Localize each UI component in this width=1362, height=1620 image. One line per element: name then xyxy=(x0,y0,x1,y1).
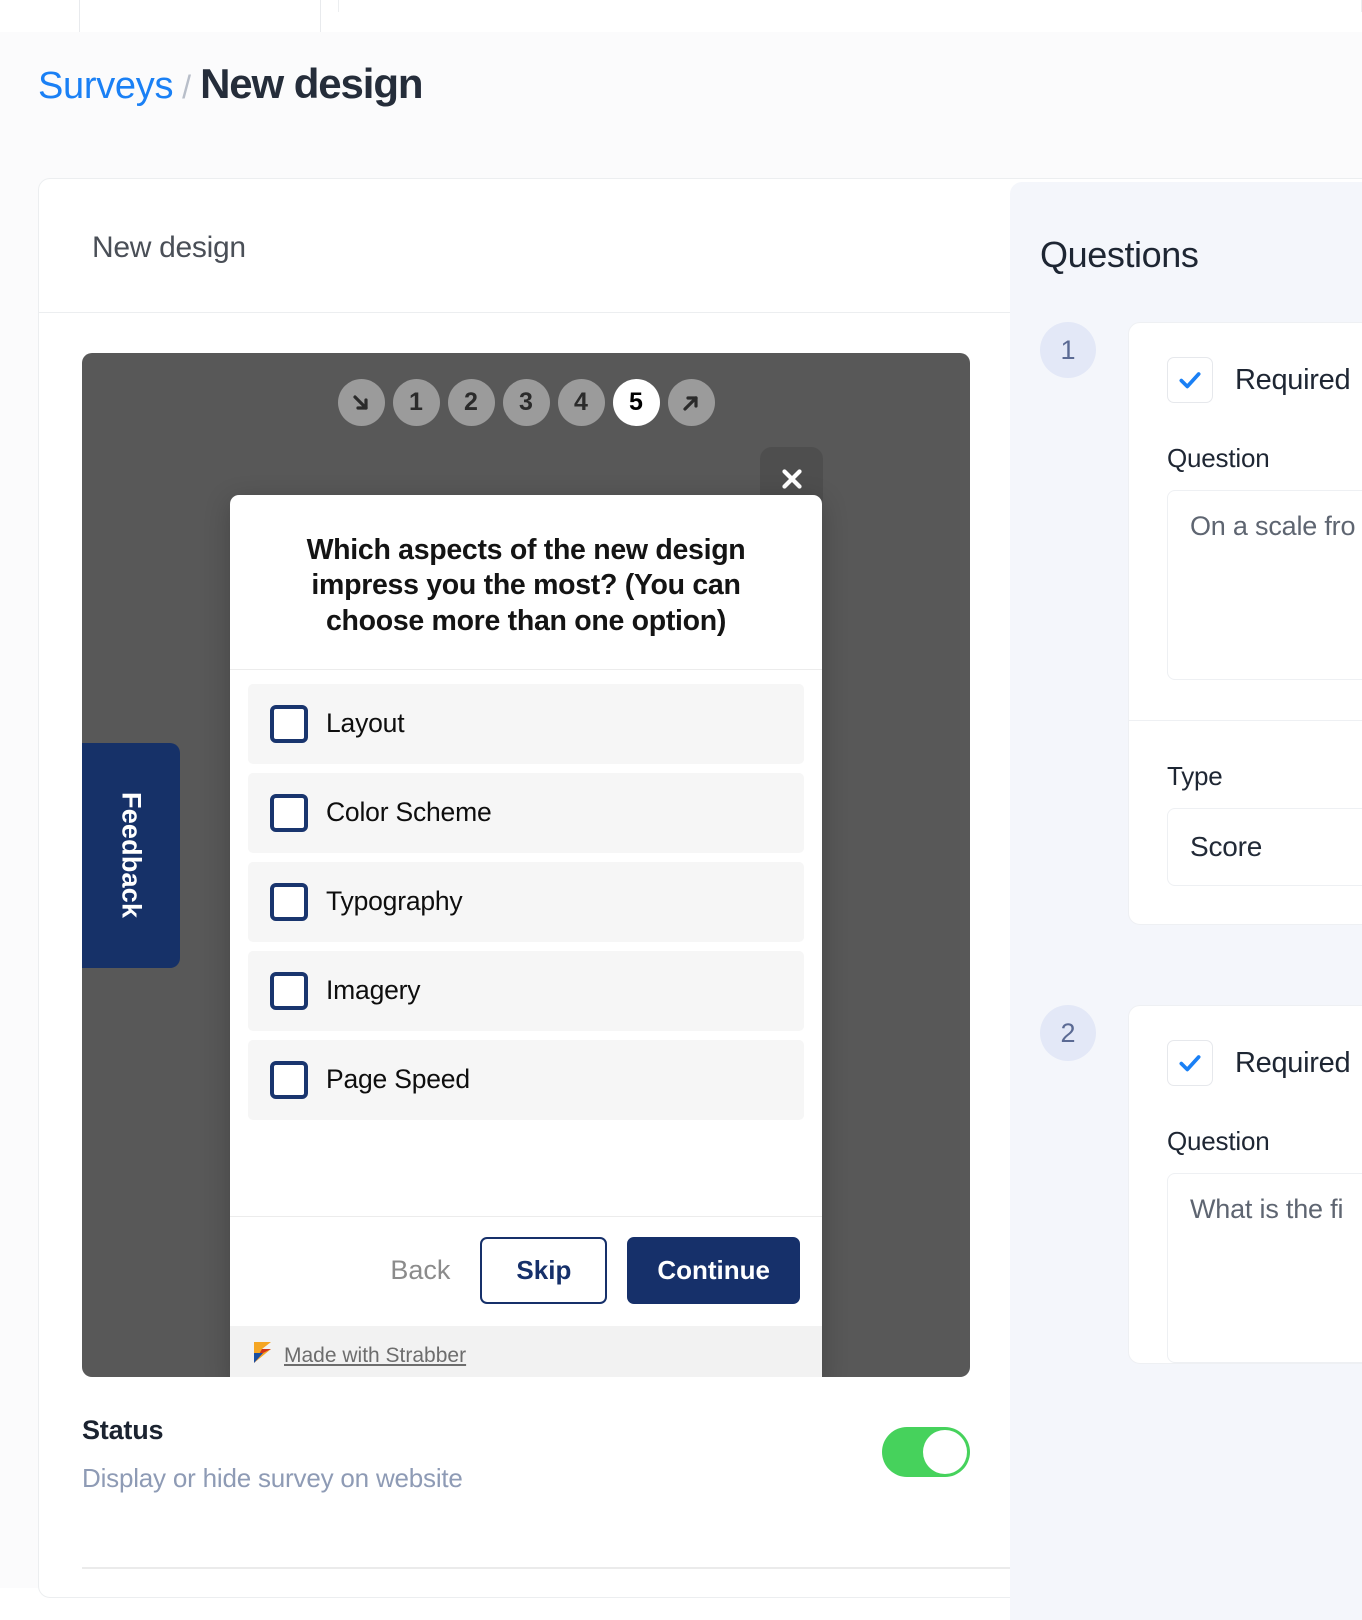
continue-button[interactable]: Continue xyxy=(627,1237,800,1304)
card-divider xyxy=(1129,720,1362,721)
question-item-2: 2 Required Question What is the fi xyxy=(1040,1005,1362,1364)
step-1[interactable]: 1 xyxy=(392,379,440,426)
question-field-label: Question xyxy=(1167,1126,1270,1156)
checkbox-icon[interactable] xyxy=(270,704,308,743)
question-field-label: Question xyxy=(1167,443,1270,473)
feedback-tab-label: Feedback xyxy=(116,792,147,919)
arrow-up-right-icon[interactable] xyxy=(667,379,715,426)
breadcrumb-separator: / xyxy=(182,69,192,105)
status-toggle[interactable] xyxy=(882,1427,970,1477)
chrome-panel-top xyxy=(338,0,1362,12)
breadcrumb: Surveys / New design xyxy=(38,60,424,108)
status-description: Display or hide survey on website xyxy=(82,1463,463,1493)
survey-preview-stage: 1 2 3 4 5 Feedback Which aspects of the … xyxy=(82,353,970,1377)
modal-branding: Made with Strabber xyxy=(230,1326,822,1377)
questions-panel: Questions 1 Required Question On a scale… xyxy=(1010,182,1362,1620)
option-label: Layout xyxy=(326,708,405,739)
survey-modal: Which aspects of the new design impress … xyxy=(230,495,822,1377)
option-color-scheme[interactable]: Color Scheme xyxy=(248,772,804,853)
question-number-badge: 1 xyxy=(1040,322,1096,378)
chrome-divider-left xyxy=(79,0,80,32)
back-button[interactable]: Back xyxy=(380,1249,460,1292)
option-typography[interactable]: Typography xyxy=(248,861,804,942)
feedback-tab[interactable]: Feedback xyxy=(82,743,180,968)
option-page-speed[interactable]: Page Speed xyxy=(248,1039,804,1120)
required-row[interactable]: Required xyxy=(1129,1040,1362,1086)
option-imagery[interactable]: Imagery xyxy=(248,950,804,1031)
option-label: Typography xyxy=(326,886,463,917)
required-label: Required xyxy=(1235,1046,1351,1079)
status-label: Status xyxy=(82,1415,164,1445)
questions-panel-title: Questions xyxy=(1040,234,1199,275)
required-checkbox-icon[interactable] xyxy=(1167,1040,1213,1086)
step-4[interactable]: 4 xyxy=(557,379,605,426)
step-navigation: 1 2 3 4 5 xyxy=(82,379,970,426)
checkbox-icon[interactable] xyxy=(270,882,308,921)
arrow-down-right-icon[interactable] xyxy=(337,379,385,426)
strabber-logo-icon xyxy=(252,1340,274,1371)
chrome-divider-right xyxy=(320,0,321,32)
step-3[interactable]: 3 xyxy=(502,379,550,426)
question-textarea[interactable]: On a scale fro xyxy=(1167,490,1362,680)
required-row[interactable]: Required xyxy=(1129,357,1362,403)
modal-question-text: Which aspects of the new design impress … xyxy=(306,534,746,637)
modal-header: Which aspects of the new design impress … xyxy=(230,495,822,670)
step-2[interactable]: 2 xyxy=(447,379,495,426)
option-label: Color Scheme xyxy=(326,797,492,828)
status-section: Status Display or hide survey on website xyxy=(82,1415,970,1525)
type-field-label: Type xyxy=(1167,761,1223,791)
required-label: Required xyxy=(1235,363,1351,396)
question-textarea[interactable]: What is the fi xyxy=(1167,1173,1362,1363)
question-item-1: 1 Required Question On a scale fro Type … xyxy=(1040,322,1362,925)
checkbox-icon[interactable] xyxy=(270,793,308,832)
question-card: Required Question On a scale fro Type Sc… xyxy=(1128,322,1362,925)
modal-options-list: Layout Color Scheme Typography Imagery P… xyxy=(230,670,822,1216)
question-number-badge: 2 xyxy=(1040,1005,1096,1061)
modal-footer: Back Skip Continue xyxy=(230,1216,822,1326)
top-chrome-strip xyxy=(0,0,1362,32)
made-with-strabber-link[interactable]: Made with Strabber xyxy=(284,1344,466,1368)
skip-button[interactable]: Skip xyxy=(480,1237,608,1304)
card-title: New design xyxy=(92,231,246,264)
step-5-active[interactable]: 5 xyxy=(612,379,660,426)
checkbox-icon[interactable] xyxy=(270,971,308,1010)
option-label: Imagery xyxy=(326,975,421,1006)
breadcrumb-link-surveys[interactable]: Surveys xyxy=(38,65,173,108)
option-label: Page Speed xyxy=(326,1064,470,1095)
page-background: Surveys / New design New design 1 2 3 4 … xyxy=(0,32,1362,1620)
required-checkbox-icon[interactable] xyxy=(1167,357,1213,403)
page-title: New design xyxy=(200,60,423,107)
question-card: Required Question What is the fi xyxy=(1128,1005,1362,1364)
checkbox-icon[interactable] xyxy=(270,1060,308,1099)
type-select[interactable]: Score xyxy=(1167,808,1362,886)
option-layout[interactable]: Layout xyxy=(248,683,804,764)
toggle-knob xyxy=(923,1430,967,1474)
